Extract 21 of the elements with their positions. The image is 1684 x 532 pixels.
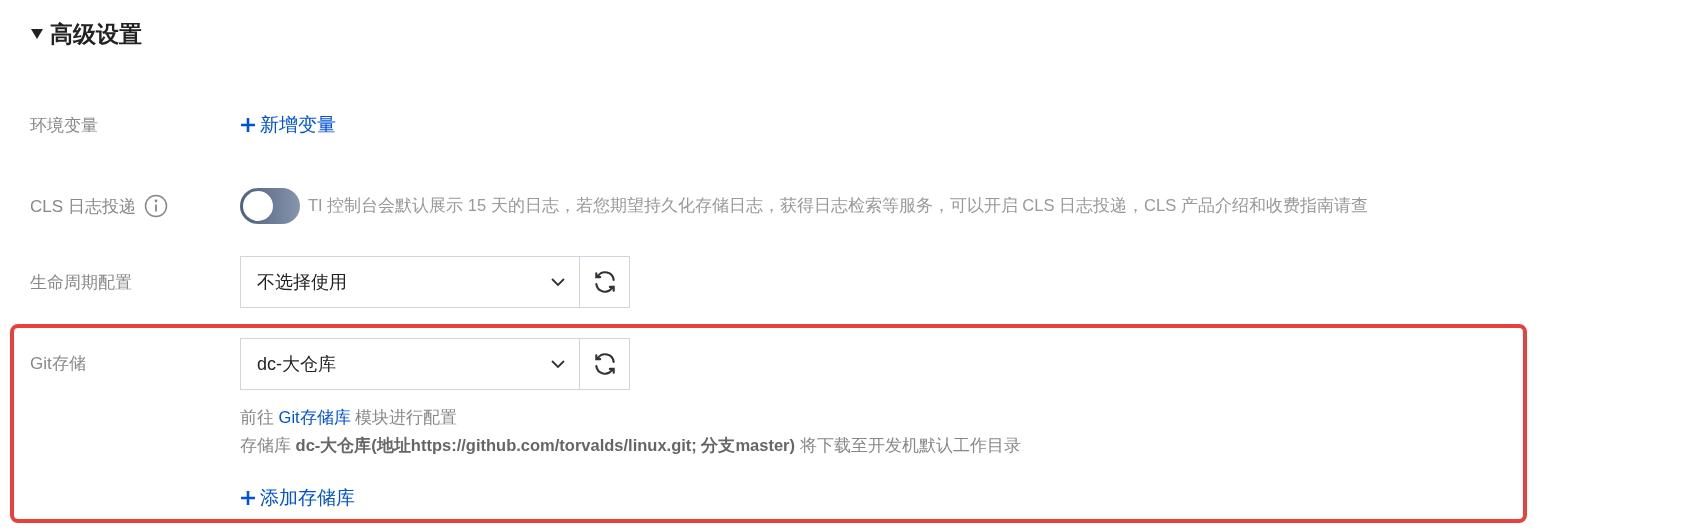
plus-icon	[240, 117, 256, 133]
field-label: 生命周期配置	[30, 271, 132, 294]
repository-link[interactable]: Git存储库	[278, 408, 351, 426]
description-text: TI 控制台会默认展示 15 天的日志，若您期望持久化存储日志，获得日志检索等服务，可以开启 CLS 日志投递，CLS 产品介绍和收费指南请查	[308, 195, 1368, 216]
field-label: Git存储	[30, 353, 86, 375]
caret-down-icon	[30, 28, 44, 40]
refresh-button[interactable]	[580, 256, 630, 308]
detail-text: 存储库 dc-大仓库(地址https://github.com/torvalds/linux.git; 分支master) 将下载至开发机默认工作目录	[240, 435, 1022, 456]
section-header[interactable]: 高级设置	[0, 14, 1684, 54]
select-field[interactable]: 不选择使用	[240, 256, 580, 308]
toggle-switch[interactable]	[240, 188, 300, 224]
select-field[interactable]: dc-大仓库	[240, 338, 580, 390]
chevron-down-icon	[551, 277, 565, 287]
plus-icon	[240, 490, 256, 506]
field-label: CLS 日志投递	[30, 195, 136, 218]
add-variable-link[interactable]: 新增变量	[240, 112, 336, 138]
chevron-down-icon	[551, 359, 565, 369]
field-label: 环境变量	[30, 114, 98, 137]
refresh-button[interactable]	[580, 338, 630, 390]
add-repository-link[interactable]: 添加存储库	[240, 485, 355, 511]
hint-text: 前往 Git存储库 模块进行配置	[240, 407, 459, 428]
